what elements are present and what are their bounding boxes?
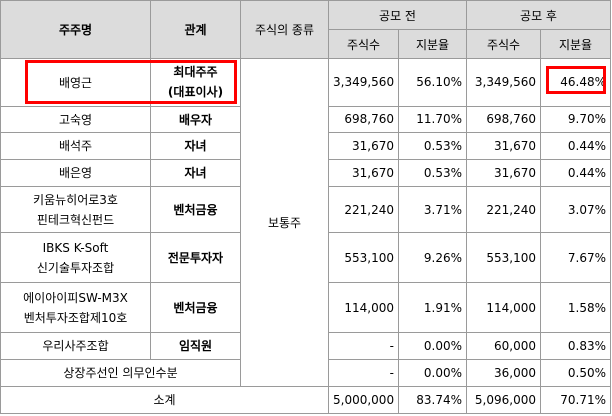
row-before-shares: 114,000 (328, 282, 399, 333)
row-name: 키움뉴히어로3호 핀테크혁신펀드 (0, 185, 151, 234)
row-relation: 최대주주 (대표이사) (150, 58, 241, 107)
row-after-shares: 698,760 (466, 105, 541, 133)
row-after-ratio: 7.67% (540, 232, 611, 284)
table-row: 배영근 최대주주 (대표이사) 보통주 3,349,560 56.10% 3,34… (0, 58, 611, 387)
lockup-after-ratio: 0.50% (540, 358, 611, 387)
header-shareholder: 주주명 (0, 0, 151, 60)
row-relation: 배우자 (150, 105, 241, 133)
lockup-before-shares: - (328, 358, 399, 387)
header-after-ratio: 지분율 (540, 29, 611, 60)
stock-type-cell: 보통주 (240, 58, 329, 387)
row-after-shares: 3,349,560 (466, 58, 541, 107)
row-before-ratio: 3.71% (398, 185, 467, 234)
row-after-shares: 114,000 (466, 282, 541, 333)
lockup-label: 상장주선인 의무인수분 (0, 358, 241, 387)
row-before-shares: - (328, 331, 399, 360)
header-relation: 관계 (150, 0, 241, 60)
row-before-ratio: 0.00% (398, 331, 467, 360)
row-relation: 자녀 (150, 131, 241, 160)
total-after-ratio: 70.71% (540, 385, 611, 415)
row-before-ratio: 9.26% (398, 232, 467, 284)
row-name: IBKS K-Soft 신기술투자조합 (0, 232, 151, 284)
row-after-ratio: 0.83% (540, 331, 611, 360)
total-row: 소계 5,000,000 83.74% 5,096,000 70.71% (0, 385, 611, 415)
total-label: 소계 (0, 385, 329, 415)
row-after-shares: 221,240 (466, 185, 541, 234)
header-before-shares: 주식수 (328, 29, 399, 60)
row-name: 우리사주조합 (0, 331, 151, 360)
row-before-ratio: 0.53% (398, 158, 467, 187)
row-name: 배은영 (0, 158, 151, 187)
row-before-shares: 221,240 (328, 185, 399, 234)
total-before-shares: 5,000,000 (328, 385, 399, 415)
row-relation: 전문투자자 (150, 232, 241, 284)
row-before-shares: 31,670 (328, 131, 399, 160)
row-before-shares: 553,100 (328, 232, 399, 284)
row-after-ratio: 9.70% (540, 105, 611, 133)
row-after-ratio: 3.07% (540, 185, 611, 234)
lockup-before-ratio: 0.00% (398, 358, 467, 387)
row-after-shares: 60,000 (466, 331, 541, 360)
row-before-ratio: 56.10% (398, 58, 467, 107)
lockup-after-shares: 36,000 (466, 358, 541, 387)
header-before-ratio: 지분율 (398, 29, 467, 60)
row-before-shares: 31,670 (328, 158, 399, 187)
row-name: 배석주 (0, 131, 151, 160)
row-before-ratio: 11.70% (398, 105, 467, 133)
row-before-shares: 3,349,560 (328, 58, 399, 107)
row-name: 에이아이피SW-M3X 벤처투자조합제10호 (0, 282, 151, 333)
row-after-shares: 31,670 (466, 158, 541, 187)
row-after-ratio: 1.58% (540, 282, 611, 333)
row-relation: 벤처금융 (150, 282, 241, 333)
row-name: 배영근 (0, 58, 151, 107)
header-stock-type: 주식의 종류 (240, 0, 329, 60)
row-relation: 벤처금융 (150, 185, 241, 234)
total-after-shares: 5,096,000 (466, 385, 541, 415)
header-after-shares: 주식수 (466, 29, 541, 60)
row-relation: 임직원 (150, 331, 241, 360)
row-before-ratio: 0.53% (398, 131, 467, 160)
row-after-ratio: 0.44% (540, 131, 611, 160)
row-after-shares: 553,100 (466, 232, 541, 284)
row-after-ratio: 0.44% (540, 158, 611, 187)
total-before-ratio: 83.74% (398, 385, 467, 415)
shareholder-table: 주주명 관계 주식의 종류 공모 전 공모 후 주식수 지분율 주식수 지분율 … (0, 0, 611, 415)
header-before-ipo: 공모 전 (328, 0, 467, 31)
row-relation: 자녀 (150, 158, 241, 187)
row-after-ratio: 46.48% (540, 58, 611, 107)
row-after-shares: 31,670 (466, 131, 541, 160)
row-before-ratio: 1.91% (398, 282, 467, 333)
row-name: 고숙영 (0, 105, 151, 133)
header-after-ipo: 공모 후 (466, 0, 611, 31)
row-before-shares: 698,760 (328, 105, 399, 133)
